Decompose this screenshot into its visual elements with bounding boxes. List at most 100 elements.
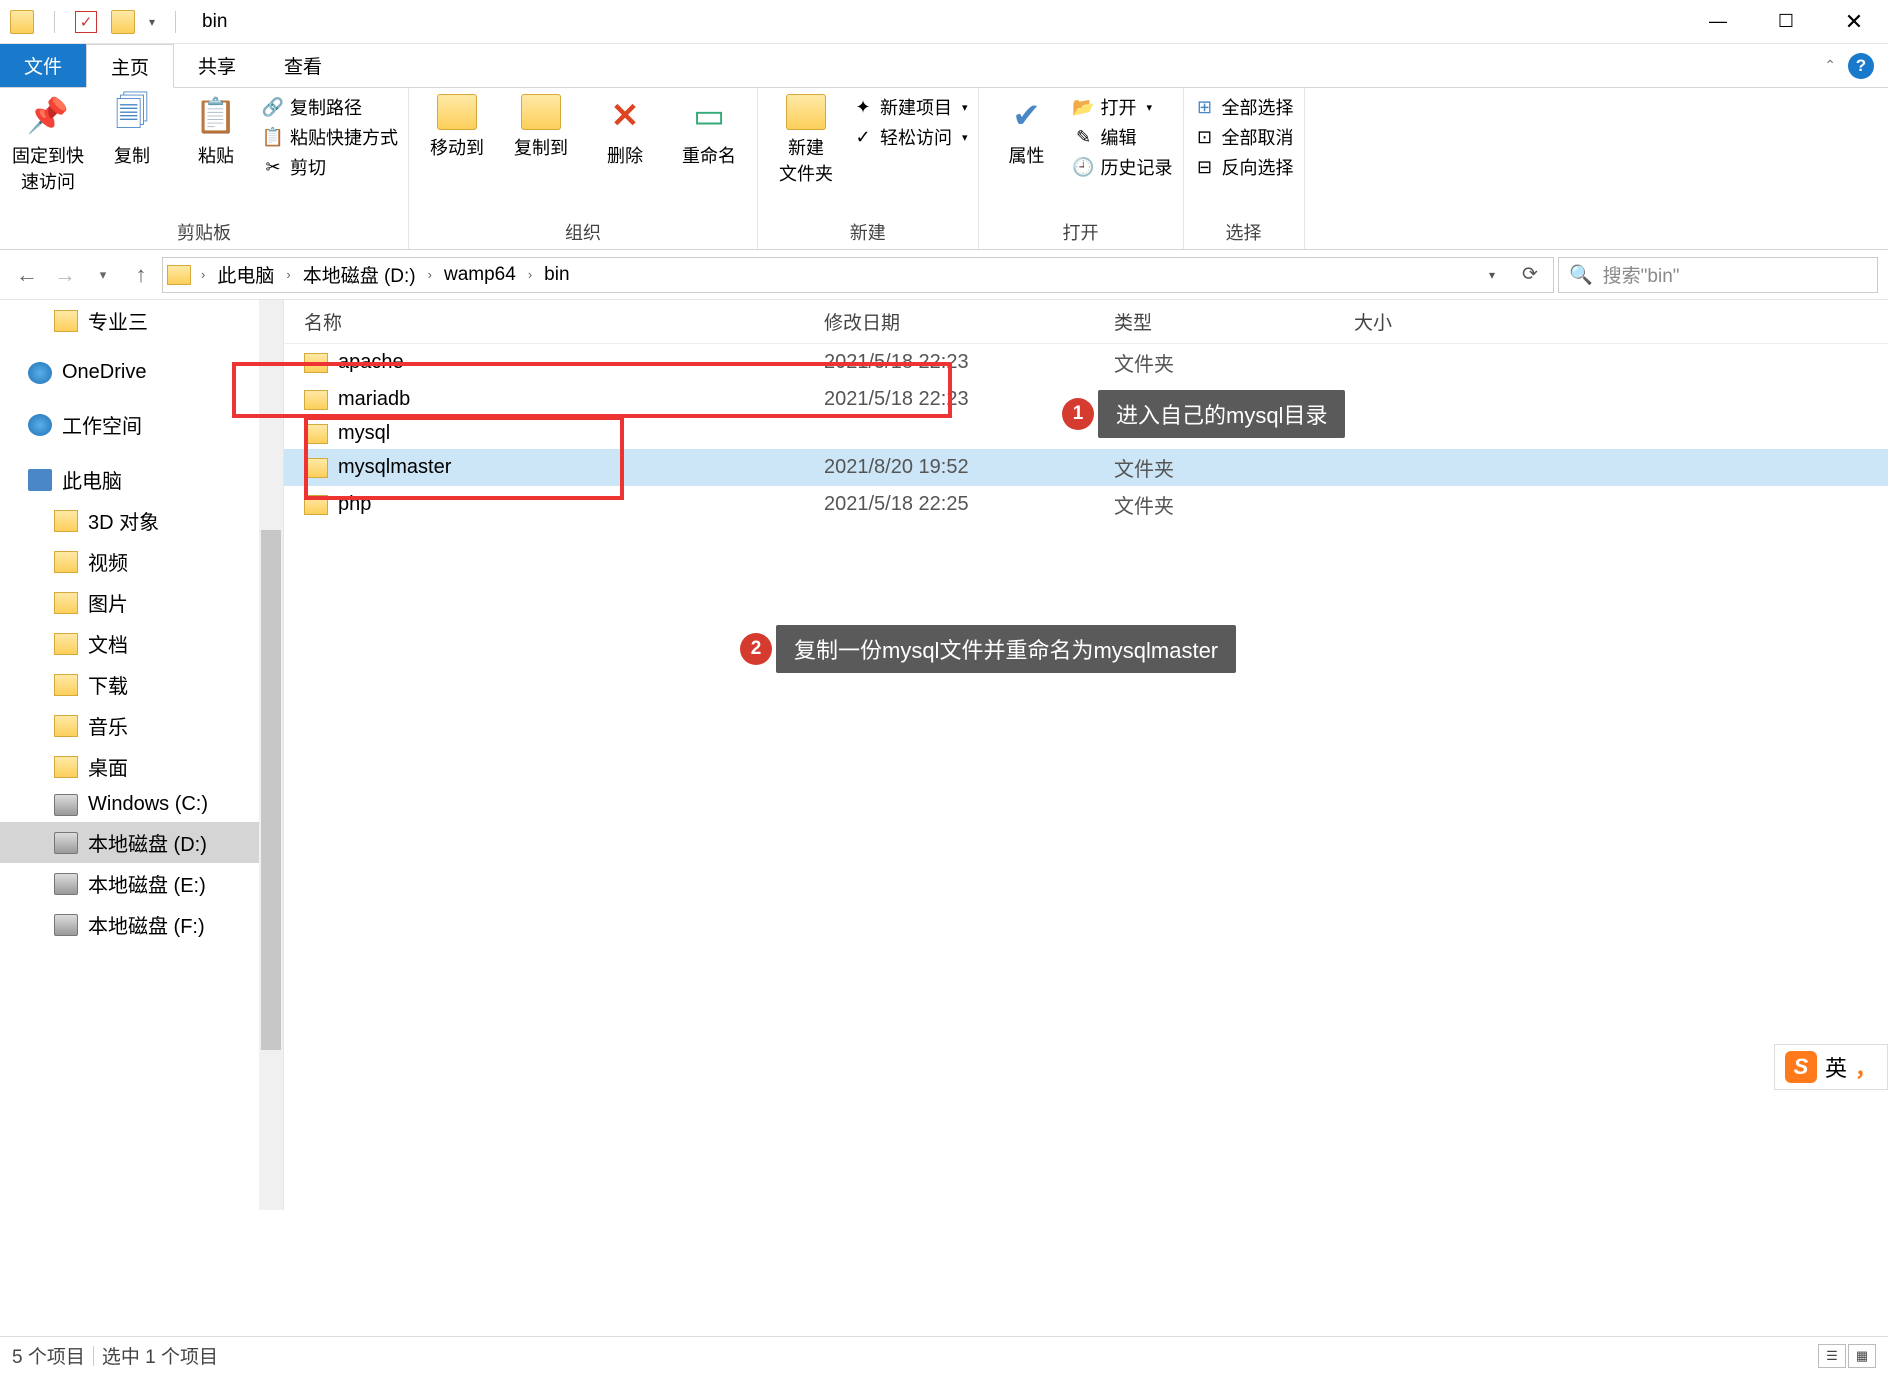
edit-button[interactable]: ✎编辑 [1073,124,1173,150]
tab-view[interactable]: 查看 [260,44,346,87]
col-date[interactable]: 修改日期 [824,308,1114,335]
open-button[interactable]: 📂打开▾ [1073,94,1173,120]
maximize-button[interactable]: ☐ [1752,0,1820,44]
chevron-right-icon[interactable]: › [197,267,209,282]
address-bar[interactable]: › 此电脑 › 本地磁盘 (D:) › wamp64 › bin ▾ ⟳ [162,257,1554,293]
breadcrumb-item[interactable]: bin [536,264,577,286]
tree-item[interactable]: 本地磁盘 (F:) [0,904,283,945]
file-type: 文件夹 [1114,490,1354,519]
tree-item[interactable]: 专业三 [0,300,283,341]
rename-button[interactable]: ▭重命名 [671,94,747,215]
file-type: 文件夹 [1114,453,1354,482]
file-name: mysqlmaster [338,456,451,479]
tab-file[interactable]: 文件 [0,44,86,87]
copy-path-button[interactable]: 🔗复制路径 [262,94,398,120]
tree-item-label: 本地磁盘 (E:) [88,869,206,898]
breadcrumb-item[interactable]: wamp64 [436,264,524,286]
scrollbar-thumb[interactable] [261,530,281,1050]
ribbon-group-select: ⊞全部选择 ⊡全部取消 ⊟反向选择 选择 [1184,88,1305,249]
scissors-icon: ✂ [262,156,284,178]
up-button[interactable]: ↑ [124,258,158,292]
col-name[interactable]: 名称 [304,308,824,335]
paste-button[interactable]: 📋粘贴 [178,94,254,215]
view-icons-button[interactable]: ▦ [1848,1344,1876,1368]
new-item-button[interactable]: ✦新建项目▾ [852,94,968,120]
file-row[interactable]: mysqlmaster 2021/8/20 19:52文件夹 [284,449,1888,486]
folder-icon [54,756,78,778]
tree-item[interactable]: 工作空间 [0,404,283,445]
tree-item-label: 工作空间 [62,410,142,439]
ribbon-collapse-icon[interactable]: ⌃ [1824,57,1836,74]
pin-button[interactable]: 📌固定到快 速访问 [10,94,86,215]
col-type[interactable]: 类型 [1114,308,1354,335]
folder-icon [304,495,328,515]
tree-item[interactable]: 此电脑 [0,459,283,500]
tree-item[interactable]: 视频 [0,541,283,582]
select-all-button[interactable]: ⊞全部选择 [1194,94,1294,120]
tree-item[interactable]: 桌面 [0,746,283,787]
tree-item[interactable]: 音乐 [0,705,283,746]
minimize-button[interactable]: — [1684,0,1752,44]
qat-properties-icon[interactable]: ✓ [75,11,97,33]
help-button[interactable]: ? [1848,53,1874,79]
tree-item[interactable]: Windows (C:) [0,787,283,822]
file-row[interactable]: php2021/5/18 22:25文件夹 [284,486,1888,523]
forward-button[interactable]: → [48,258,82,292]
chevron-right-icon[interactable]: › [282,267,294,282]
tree-item[interactable]: OneDrive [0,355,283,390]
tab-share[interactable]: 共享 [174,44,260,87]
status-selected: 选中 1 个项目 [102,1342,218,1369]
folder-icon [54,674,78,696]
view-details-button[interactable]: ☰ [1818,1344,1846,1368]
qat-folder-icon[interactable] [111,10,135,34]
recent-dropdown[interactable]: ▾ [86,258,120,292]
qat-dropdown-icon[interactable]: ▾ [149,15,155,29]
properties-button[interactable]: ✔属性 [989,94,1065,215]
tree-item[interactable]: 下载 [0,664,283,705]
tree-item[interactable]: 本地磁盘 (D:) [0,822,283,863]
tree-item[interactable]: 图片 [0,582,283,623]
copy-to-button[interactable]: 复制到 [503,94,579,215]
tree-item[interactable]: 3D 对象 [0,500,283,541]
folder-icon [304,353,328,373]
cut-button[interactable]: ✂剪切 [262,154,398,180]
chevron-right-icon[interactable]: › [424,267,436,282]
refresh-button[interactable]: ⟳ [1511,258,1549,292]
breadcrumb-item[interactable]: 此电脑 [209,261,282,288]
delete-button[interactable]: ✕删除 [587,94,663,215]
move-to-button[interactable]: 移动到 [419,94,495,215]
chevron-right-icon[interactable]: › [524,267,536,282]
ribbon-group-new: 新建 文件夹 ✦新建项目▾ ✓轻松访问▾ 新建 [758,88,979,249]
col-size[interactable]: 大小 [1354,308,1888,335]
invert-selection-button[interactable]: ⊟反向选择 [1194,154,1294,180]
back-button[interactable]: ← [10,258,44,292]
breadcrumb-item[interactable]: 本地磁盘 (D:) [295,261,424,288]
file-date: 2021/5/18 22:25 [824,493,1114,516]
column-headers[interactable]: 名称 修改日期 类型 大小 [284,300,1888,344]
file-row[interactable]: apache2021/5/18 22:23文件夹 [284,344,1888,381]
select-none-button[interactable]: ⊡全部取消 [1194,124,1294,150]
tab-home[interactable]: 主页 [86,44,174,88]
tree-scrollbar[interactable] [259,300,283,1210]
copy-button[interactable]: 🗐复制 [94,94,170,215]
paste-shortcut-button[interactable]: 📋粘贴快捷方式 [262,124,398,150]
close-button[interactable]: ✕ [1820,0,1888,44]
history-button[interactable]: 🕘历史记录 [1073,154,1173,180]
tree-item[interactable]: 文档 [0,623,283,664]
address-dropdown[interactable]: ▾ [1473,258,1511,292]
new-folder-button[interactable]: 新建 文件夹 [768,94,844,215]
folder-icon [54,510,78,532]
easy-access-button[interactable]: ✓轻松访问▾ [852,124,968,150]
tree-item[interactable]: 本地磁盘 (E:) [0,863,283,904]
qat-divider [54,11,55,33]
search-icon: 🔍 [1569,263,1593,287]
ime-punct: ， [1855,1051,1877,1083]
drive-icon [54,794,78,816]
sogou-icon: S [1785,1051,1817,1083]
file-date: 2021/8/20 19:52 [824,456,1114,479]
group-label: 打开 [989,215,1173,247]
group-label: 选择 [1194,215,1294,247]
search-box[interactable]: 🔍 搜索"bin" [1558,257,1878,293]
ime-indicator[interactable]: S 英 ， [1774,1044,1888,1090]
new-item-icon: ✦ [852,96,874,118]
